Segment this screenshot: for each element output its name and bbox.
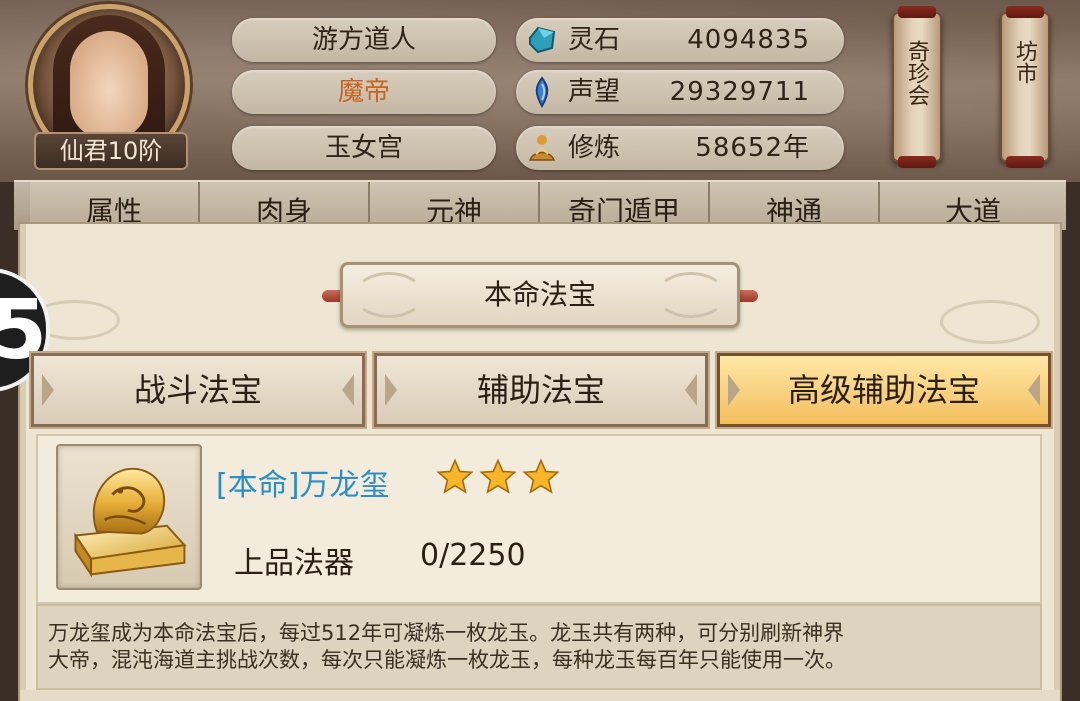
- treasure-description: 万龙玺成为本命法宝后，每过512年可凝炼一枚龙玉。龙玉共有两种，可分别刷新神界 …: [36, 604, 1042, 690]
- decor-cloud: [940, 300, 1040, 344]
- treasure-progress: 0/2250: [420, 538, 526, 573]
- market-button[interactable]: 坊市: [1000, 6, 1050, 168]
- chevron-left-icon: [385, 374, 397, 406]
- treasure-name: [本命]万龙玺: [216, 468, 390, 503]
- tab-qimen[interactable]: 奇门遁甲: [540, 182, 710, 230]
- combat-treasure-label: 战斗法宝: [133, 371, 262, 409]
- stat-value: 4094835: [687, 25, 810, 55]
- treasure-fair-button[interactable]: 奇珍会: [892, 6, 942, 168]
- main-tab-bar: 属性 肉身 元神 奇门遁甲 神通 大道: [14, 180, 1066, 230]
- tab-body[interactable]: 肉身: [200, 182, 370, 230]
- star-icon: [479, 458, 517, 494]
- chevron-right-icon: [342, 374, 354, 406]
- stat-label: 灵石: [568, 25, 621, 55]
- player-sect: 玉女宫: [232, 126, 496, 170]
- combat-treasure-button[interactable]: 战斗法宝: [29, 351, 367, 429]
- chevron-left-icon: [42, 374, 54, 406]
- star-icon: [436, 458, 474, 494]
- chevron-right-icon: [685, 374, 697, 406]
- stat-value: 58652年: [695, 133, 810, 163]
- market-label: 坊市: [1012, 40, 1037, 84]
- panel-footer: [20, 690, 1060, 701]
- tab-spirit[interactable]: 元神: [370, 182, 540, 230]
- rank-badge: 仙君10阶: [34, 132, 188, 170]
- chevron-right-icon: [1028, 374, 1040, 406]
- advanced-support-treasure-button[interactable]: 高级辅助法宝: [715, 351, 1053, 429]
- tab-great-dao[interactable]: 大道: [880, 182, 1066, 230]
- treasure-fair-label: 奇珍会: [904, 40, 929, 106]
- decor-swirl: [656, 272, 726, 318]
- cultivation-icon: [528, 135, 556, 161]
- prestige-icon: [535, 76, 549, 108]
- support-treasure-label: 辅助法宝: [476, 371, 605, 409]
- stat-cultivation: 修炼 58652年: [516, 126, 844, 170]
- decor-swirl: [354, 272, 424, 318]
- stat-label: 声望: [568, 77, 621, 107]
- stat-prestige: 声望 29329711: [516, 70, 844, 114]
- player-name: 游方道人: [232, 18, 496, 62]
- tab-attributes[interactable]: 属性: [30, 182, 200, 230]
- advanced-support-treasure-label: 高级辅助法宝: [787, 371, 980, 409]
- description-line: 大帝，混沌海道主挑战次数，每次只能凝炼一枚龙玉，每种龙玉每百年只能使用一次。: [48, 648, 846, 672]
- player-title: 魔帝: [232, 70, 496, 114]
- stat-value: 29329711: [669, 77, 810, 107]
- treasure-icon-slot[interactable]: [56, 444, 202, 590]
- avatar-face: [70, 31, 148, 139]
- tab-divine-power[interactable]: 神通: [710, 182, 880, 230]
- chevron-left-icon: [728, 374, 740, 406]
- spirit-stone-icon: [529, 26, 556, 54]
- stat-spirit-stone: 灵石 4094835: [516, 18, 844, 62]
- support-treasure-button[interactable]: 辅助法宝: [372, 351, 710, 429]
- treasure-grade: 上品法器: [234, 546, 354, 581]
- player-header: 仙君10阶 游方道人 魔帝 玉女宫 灵石 4094835 声望 29329711…: [0, 0, 1080, 182]
- description-line: 万龙玺成为本命法宝后，每过512年可凝炼一枚龙玉。龙玉共有两种，可分别刷新神界: [48, 621, 845, 645]
- star-icon: [522, 458, 560, 494]
- dragon-seal-icon: [73, 467, 187, 578]
- stat-label: 修炼: [568, 133, 621, 163]
